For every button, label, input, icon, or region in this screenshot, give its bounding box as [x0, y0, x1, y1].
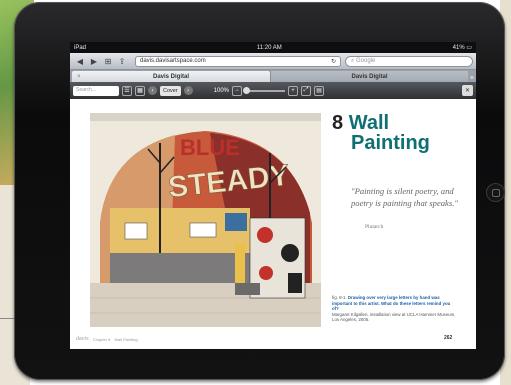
forward-icon[interactable]: ▶	[87, 56, 101, 67]
zoom-slider[interactable]	[243, 86, 286, 94]
status-bar: iPad 11:20 AM 41% ▭	[70, 42, 476, 53]
chapter-title-line2: Painting	[351, 132, 430, 154]
reader-search-input[interactable]: Search...	[73, 85, 119, 96]
svg-text:BLUE: BLUE	[180, 135, 240, 160]
tab-davis-digital-2[interactable]: Davis Digital	[270, 71, 468, 82]
bookmarks-icon[interactable]: ⊞	[101, 56, 115, 67]
zoom-in-icon[interactable]: +	[288, 85, 299, 96]
fit-width-icon[interactable]: ⤢	[301, 85, 312, 96]
chapter-number: 8	[332, 112, 344, 134]
fullscreen-icon[interactable]: ✕	[462, 85, 473, 96]
publisher-logo: davis	[76, 336, 89, 342]
reader-toolbar: Search... ☰ ▦ ‹ Cover › 100% − + ⤢ ▤ ✕	[70, 82, 476, 99]
caption-figure-label: fig. 8-1.	[332, 295, 347, 300]
tab-bar: × Davis Digital Davis Digital +	[70, 70, 476, 82]
footer-chapter: Chapter 8	[92, 336, 111, 342]
page-selector[interactable]: Cover	[160, 85, 181, 96]
reload-icon[interactable]: ↻	[331, 58, 336, 65]
quote-author: Plutarch	[365, 224, 384, 230]
epigraph-quote: "Painting is silent poetry, and poetry i…	[351, 186, 458, 208]
tab-davis-digital-1[interactable]: × Davis Digital	[72, 71, 270, 82]
back-icon[interactable]: ◀	[73, 56, 87, 67]
page-number: 262	[444, 335, 453, 341]
thumbnails-icon[interactable]: ▦	[135, 85, 145, 96]
next-page-icon[interactable]: ›	[183, 86, 193, 95]
book-page: BLUE STEADY 8 Wall Painting "Painting is…	[70, 99, 476, 349]
tab-label: Davis Digital	[351, 73, 388, 80]
zoom-level: 100%	[213, 87, 230, 94]
page-footer: davis Chapter 8 Wall Painting	[76, 336, 138, 342]
home-button[interactable]	[486, 183, 505, 202]
address-bar[interactable]: davis.davisartspace.com ↻	[135, 55, 341, 67]
browser-nav-bar: ◀ ▶ ⊞ ⇪ davis.davisartspace.com ↻ ⌕ Goog…	[70, 53, 476, 70]
zoom-out-icon[interactable]: −	[232, 85, 243, 96]
battery-indicator: 41% ▭	[453, 44, 472, 51]
table-of-contents-icon[interactable]: ☰	[122, 85, 132, 96]
search-field[interactable]: ⌕ Google	[345, 55, 473, 67]
battery-percent: 41%	[452, 45, 465, 51]
notes-icon[interactable]: ▤	[314, 85, 325, 96]
share-icon[interactable]: ⇪	[115, 56, 129, 67]
ipad-device: iPad 11:20 AM 41% ▭ ◀ ▶ ⊞ ⇪ davis.davisa…	[14, 2, 505, 380]
close-tab-icon[interactable]: ×	[77, 74, 81, 80]
search-placeholder: Google	[356, 58, 376, 64]
prev-page-icon[interactable]: ‹	[148, 86, 157, 95]
caption-question: Drawing over very large letters by hand …	[332, 295, 451, 311]
tab-label: Davis Digital	[152, 73, 189, 80]
clock: 11:20 AM	[256, 44, 282, 51]
new-tab-icon[interactable]: +	[468, 73, 476, 82]
ipad-screen: iPad 11:20 AM 41% ▭ ◀ ▶ ⊞ ⇪ davis.davisa…	[70, 42, 476, 349]
figure-caption: fig. 8-1. Drawing over very large letter…	[332, 295, 457, 323]
zoom-slider-knob[interactable]	[243, 86, 251, 94]
chapter-title-line1: Wall	[348, 112, 390, 134]
wall-painting-photo: BLUE STEADY	[90, 113, 321, 327]
battery-icon: ▭	[466, 45, 472, 51]
caption-credit: Margaret Kilgallen, installation view at…	[332, 311, 456, 323]
device-label: iPad	[74, 44, 87, 51]
footer-section: Wall Painting	[114, 336, 138, 342]
chapter-heading: 8 Wall Painting	[332, 113, 430, 153]
url-text: davis.davisartspace.com	[140, 58, 206, 64]
